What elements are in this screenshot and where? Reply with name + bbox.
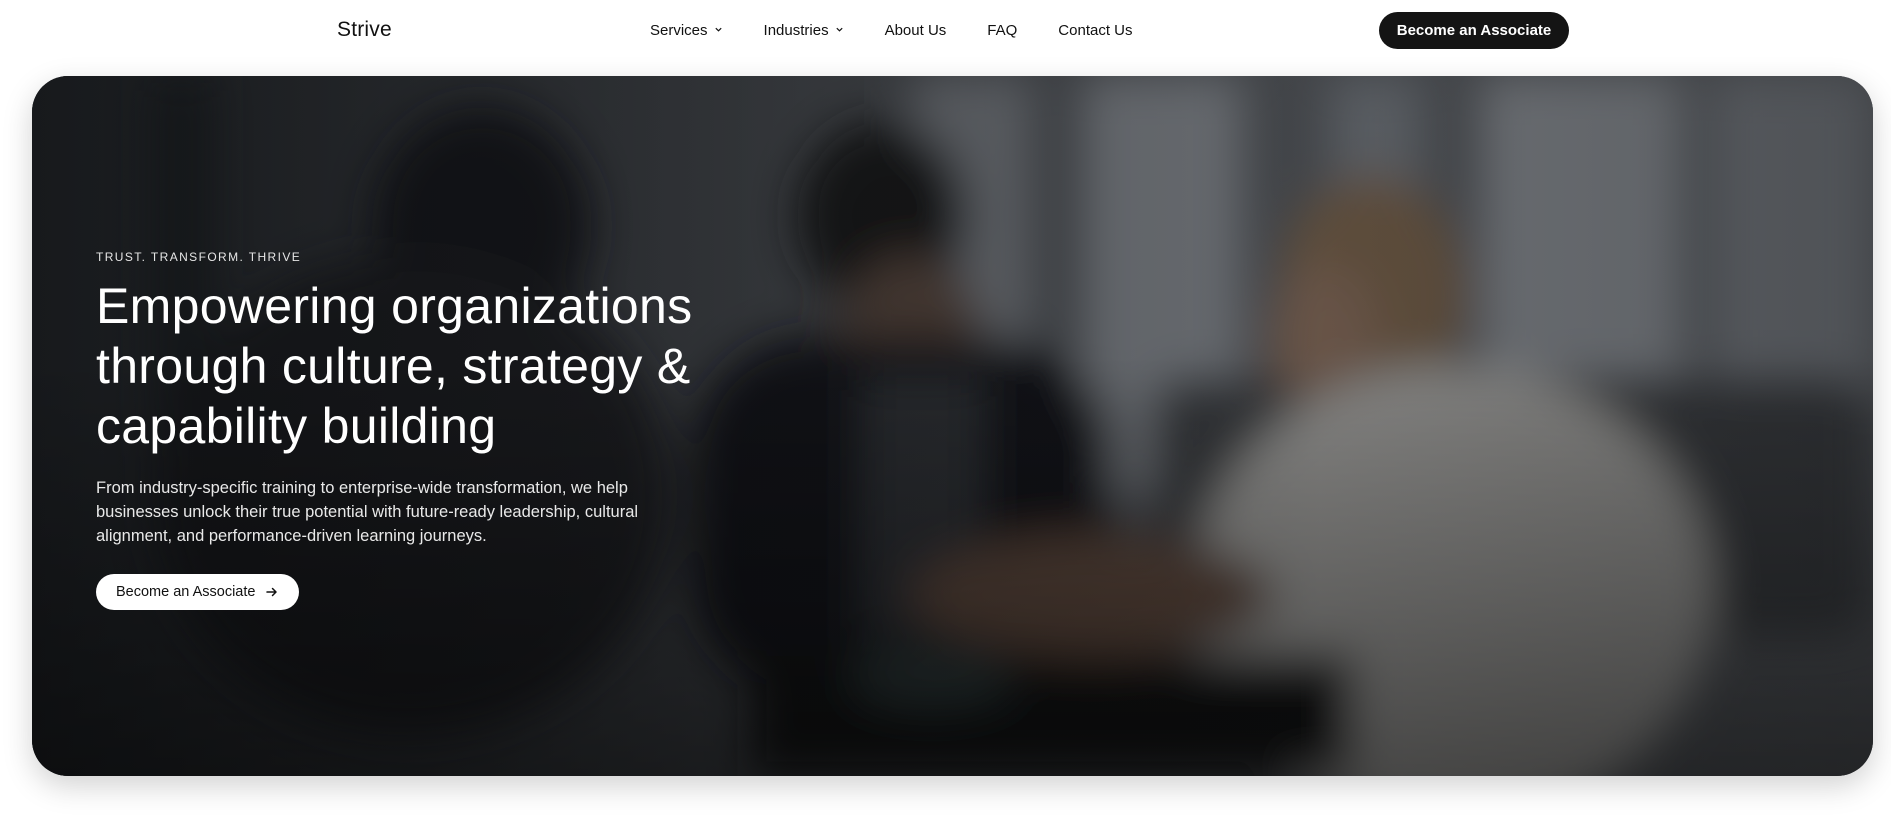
nav-item-label: Services (650, 21, 708, 39)
hero-section: TRUST. TRANSFORM. THRIVE Empowering orga… (32, 76, 1873, 776)
hero-eyebrow: TRUST. TRANSFORM. THRIVE (96, 250, 302, 264)
arrow-right-icon (266, 587, 278, 597)
nav-item-about-us[interactable]: About Us (885, 22, 947, 39)
headline-line: through culture, strategy & (96, 338, 691, 394)
hero-headline: Empowering organizations through culture… (96, 276, 736, 456)
nav-item-contact-us[interactable]: Contact Us (1058, 22, 1132, 39)
site-header: Strive Services Industries About Us FAQ … (0, 0, 1891, 60)
nav-item-services[interactable]: Services (650, 22, 723, 39)
nav-item-label: FAQ (987, 21, 1018, 39)
hero-become-associate-button[interactable]: Become an Associate (96, 574, 300, 610)
nav-item-label: Contact Us (1058, 21, 1133, 39)
main-nav: Services Industries About Us FAQ Contact… (650, 0, 1133, 60)
nav-item-industries[interactable]: Industries (764, 22, 844, 39)
hero-content: TRUST. TRANSFORM. THRIVE Empowering orga… (96, 250, 736, 610)
hero-cta-label: Become an Associate (116, 584, 256, 600)
nav-item-label: About Us (884, 21, 947, 39)
chevron-down-icon (714, 27, 722, 32)
headline-line: capability building (96, 398, 497, 454)
headline-line: Empowering organizations (96, 278, 693, 334)
chevron-down-icon (835, 27, 843, 32)
become-associate-button[interactable]: Become an Associate (1379, 12, 1569, 49)
nav-item-label: Industries (763, 21, 829, 39)
nav-item-faq[interactable]: FAQ (987, 22, 1017, 39)
hero-subtext: From industry-specific training to enter… (96, 479, 639, 545)
logo[interactable]: Strive (337, 18, 392, 42)
